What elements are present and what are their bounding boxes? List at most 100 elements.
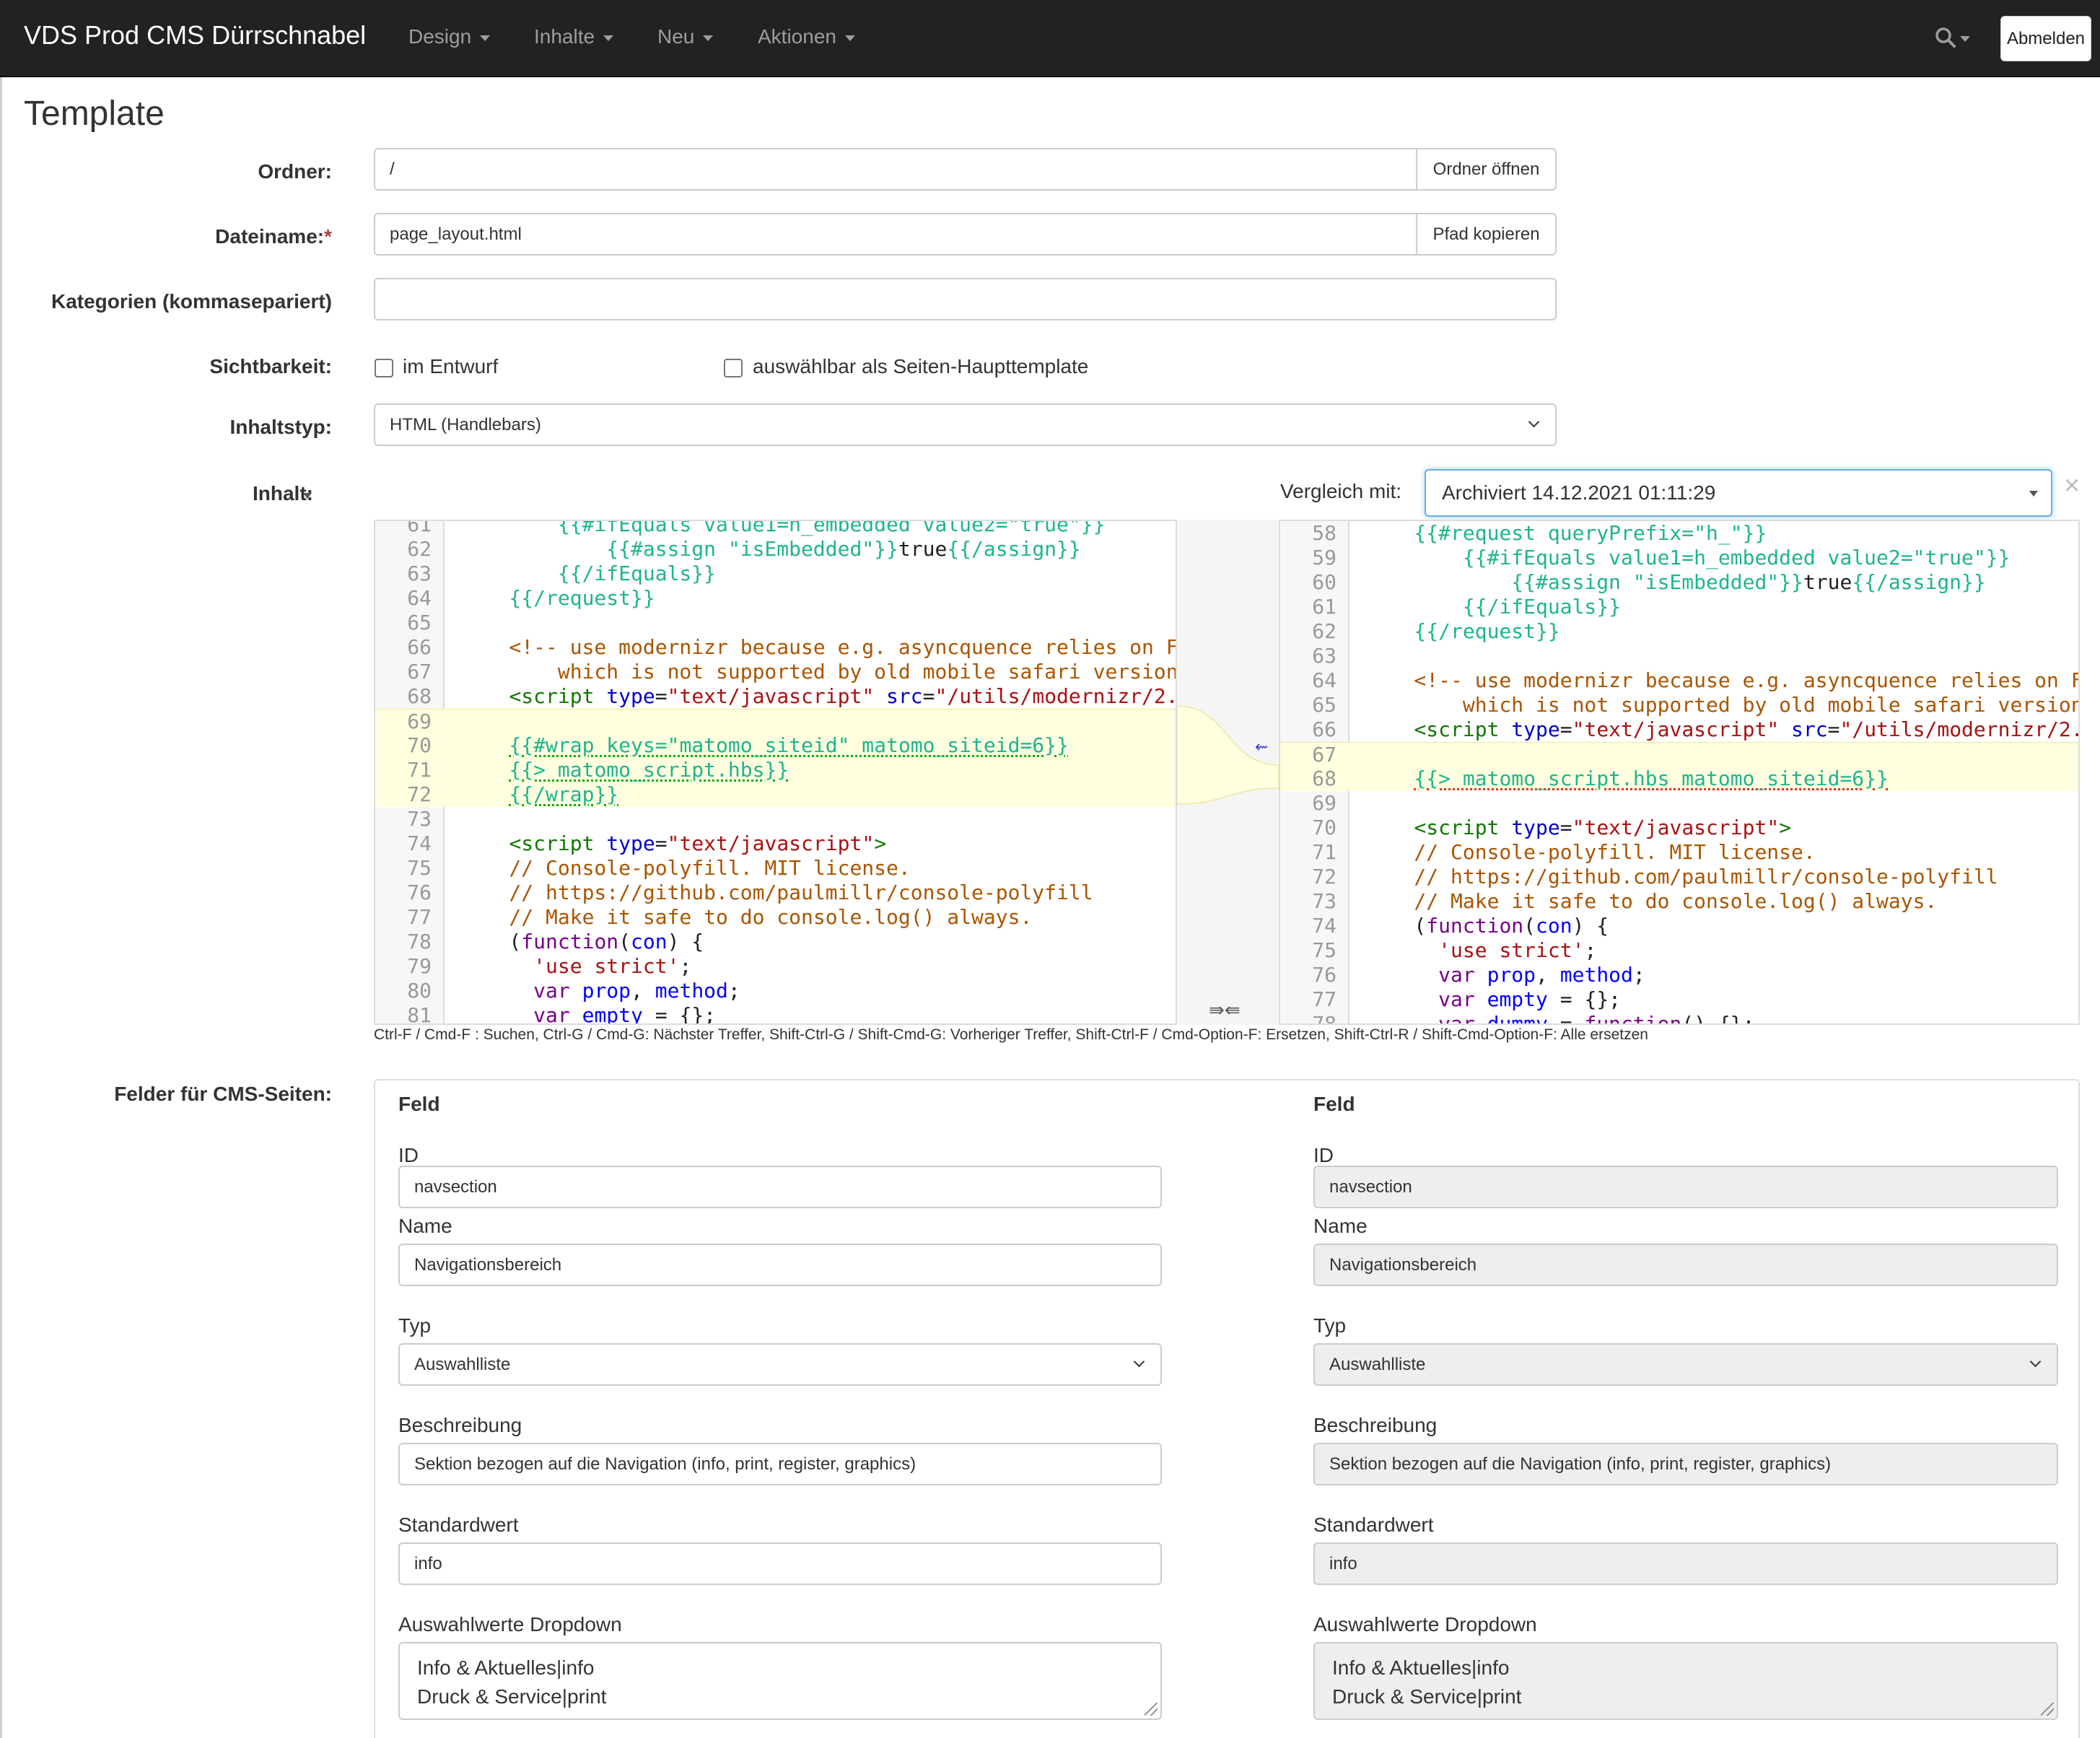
code-line[interactable]: 68 <script type="text/javascript" src="/… (375, 684, 1176, 709)
code-line[interactable]: 69 (375, 709, 1176, 733)
folder-input[interactable]: / (374, 148, 1417, 191)
main-template-checkbox-label[interactable]: auswählbar als Seiten-Haupttemplate (753, 355, 1088, 378)
code-line[interactable]: 63 (1280, 644, 2078, 668)
draft-checkbox-label[interactable]: im Entwurf (403, 355, 498, 378)
visibility-label: Sichtbarkeit: (209, 355, 332, 377)
code-line[interactable]: 70 {{#wrap keys="matomo_siteid" matomo_s… (375, 733, 1176, 758)
content-type-select[interactable]: HTML (Handlebars) (374, 403, 1557, 446)
code-line[interactable]: 70 <script type="text/javascript"> (1280, 816, 2078, 840)
compare-select[interactable]: Archiviert 14.12.2021 01:11:29 (1425, 469, 2052, 517)
code-line[interactable]: 78 (function(con) { (375, 930, 1176, 954)
menu-aktionen[interactable]: Aktionen (758, 25, 855, 48)
description-input[interactable]: Sektion bezogen auf die Navigation (info… (398, 1443, 1162, 1485)
line-number: 67 (1312, 743, 1336, 767)
code-line[interactable]: 72 // https://github.com/paulmillr/conso… (1280, 865, 2078, 889)
code-text: <script type="text/javascript" src="/uti… (460, 684, 1176, 709)
default-input[interactable]: info (398, 1542, 1162, 1585)
code-line[interactable]: 79 'use strict'; (375, 954, 1176, 979)
menu-design[interactable]: Design (408, 25, 491, 48)
copy-path-button[interactable]: Pfad kopieren (1416, 213, 1557, 256)
code-line[interactable]: 75 'use strict'; (1280, 938, 2078, 963)
caret-down-icon[interactable] (303, 493, 312, 499)
line-number: 81 (407, 1003, 432, 1025)
type-select-value: Auswahlliste (1329, 1355, 1426, 1374)
search-menu[interactable] (1934, 26, 1972, 54)
code-line[interactable]: 73 (375, 807, 1176, 831)
code-line[interactable]: 76 var prop, method; (1280, 963, 2078, 987)
dropdown-values-textarea[interactable]: Info & Aktuelles|info Druck & Service|pr… (398, 1642, 1162, 1720)
code-line[interactable]: 78 var dummy = function() {}; (1280, 1012, 2078, 1023)
code-line[interactable]: 69 (1280, 791, 2078, 816)
brand-title[interactable]: VDS Prod CMS Dürrschnabel (24, 20, 366, 51)
code-line[interactable]: 71 // Console-polyfill. MIT license. (1280, 840, 2078, 865)
code-token: <script (509, 684, 595, 708)
filename-input[interactable]: page_layout.html (374, 213, 1417, 256)
line-number: 72 (407, 782, 432, 806)
code-line[interactable]: 73 // Make it safe to do console.log() a… (1280, 889, 2078, 914)
code-line[interactable]: 66 <script type="text/javascript" src="/… (1280, 717, 2078, 742)
caret-down-icon (2029, 491, 2038, 497)
code-line[interactable]: 62 {{#assign "isEmbedded"}}true{{/assign… (375, 537, 1176, 562)
code-line[interactable]: 59 {{#ifEquals value1=h_embedded value2=… (1280, 546, 2078, 570)
name-input[interactable]: Navigationsbereich (398, 1244, 1162, 1286)
code-token: {{> matomo_script.hbs}} (509, 758, 789, 782)
revert-chunk-icon[interactable]: ⇜ (1255, 738, 1268, 756)
code-text: // Console-polyfill. MIT license. (1365, 840, 1816, 865)
code-line[interactable]: 75 // Console-polyfill. MIT license. (375, 856, 1176, 881)
categories-label: Kategorien (kommasepariert) (51, 290, 332, 313)
draft-checkbox[interactable] (375, 359, 393, 377)
code-line[interactable]: 80 var prop, method; (375, 979, 1176, 1003)
resize-handle-icon[interactable] (1145, 1703, 1158, 1716)
line-number: 68 (1312, 767, 1336, 790)
id-input[interactable]: navsection (398, 1166, 1162, 1208)
code-line[interactable]: 77 var empty = {}; (1280, 987, 2078, 1012)
line-number: 77 (1312, 987, 1336, 1011)
code-line[interactable]: 66 <!-- use modernizr because e.g. async… (375, 635, 1176, 660)
type-select[interactable]: Auswahlliste (398, 1343, 1162, 1386)
type-select-value: Auswahlliste (414, 1355, 511, 1374)
code-line[interactable]: 65 which is not supported by old mobile … (1280, 693, 2078, 717)
code-line[interactable]: 74 <script type="text/javascript"> (375, 831, 1176, 856)
menu-inhalte[interactable]: Inhalte (534, 25, 614, 48)
collapse-identical-icon[interactable]: ⇛⇚ (1209, 999, 1241, 1021)
line-number: 71 (407, 758, 432, 782)
close-compare-icon[interactable]: × (2064, 471, 2080, 502)
content-type-label: Inhaltstyp: (229, 416, 332, 438)
categories-input[interactable] (374, 278, 1557, 320)
code-line[interactable]: 76 // https://github.com/paulmillr/conso… (375, 881, 1176, 905)
code-line[interactable]: 74 (function(con) { (1280, 914, 2078, 938)
code-line[interactable]: 72 {{/wrap}} (375, 782, 1176, 807)
line-number: 73 (407, 807, 432, 831)
code-line[interactable]: 61 {{#ifEquals value1=h_embedded value2=… (375, 521, 1176, 537)
code-line[interactable]: 68 {{> matomo_script.hbs matomo_siteid=6… (1280, 767, 2078, 791)
code-line[interactable]: 58 {{#request queryPrefix="h_"}} (1280, 521, 2078, 546)
code-text: {{/request}} (1365, 619, 1559, 644)
code-line[interactable]: 62 {{/request}} (1280, 619, 2078, 644)
code-token: // Console-polyfill. MIT license. (1365, 840, 1816, 864)
code-line[interactable]: 77 // Make it safe to do console.log() a… (375, 905, 1176, 930)
code-line[interactable]: 61 {{/ifEquals}} (1280, 595, 2078, 619)
code-line[interactable]: 67 which is not supported by old mobile … (375, 660, 1176, 684)
code-text: var dummy = function() {}; (1365, 1012, 1754, 1023)
menu-neu[interactable]: Neu (657, 25, 714, 48)
code-line[interactable]: 81 var empty = {}; (375, 1003, 1176, 1025)
logout-button[interactable]: Abmelden (2000, 16, 2091, 61)
main-template-checkbox[interactable] (724, 359, 743, 377)
code-line[interactable]: 64 <!-- use modernizr because e.g. async… (1280, 668, 2078, 693)
code-line[interactable]: 67 (1280, 742, 2078, 767)
code-line[interactable]: 63 {{/ifEquals}} (375, 562, 1176, 586)
editor-right-pane[interactable]: 58 {{#request queryPrefix="h_"}} 59 {{#if… (1279, 520, 2080, 1025)
code-line[interactable]: 65 (375, 611, 1176, 635)
code-text: {{> matomo_script.hbs}} (460, 758, 789, 782)
code-line[interactable]: 60 {{#assign "isEmbedded"}}true{{/assign… (1280, 570, 2078, 595)
open-folder-button[interactable]: Ordner öffnen (1416, 148, 1557, 191)
caret-down-icon (603, 35, 614, 41)
editor-left-pane[interactable]: 61 {{#ifEquals value1=h_embedded value2=… (374, 520, 1177, 1025)
code-line[interactable]: 64 {{/request}} (375, 586, 1176, 611)
code-line[interactable]: 71 {{> matomo_script.hbs}} (375, 758, 1176, 782)
